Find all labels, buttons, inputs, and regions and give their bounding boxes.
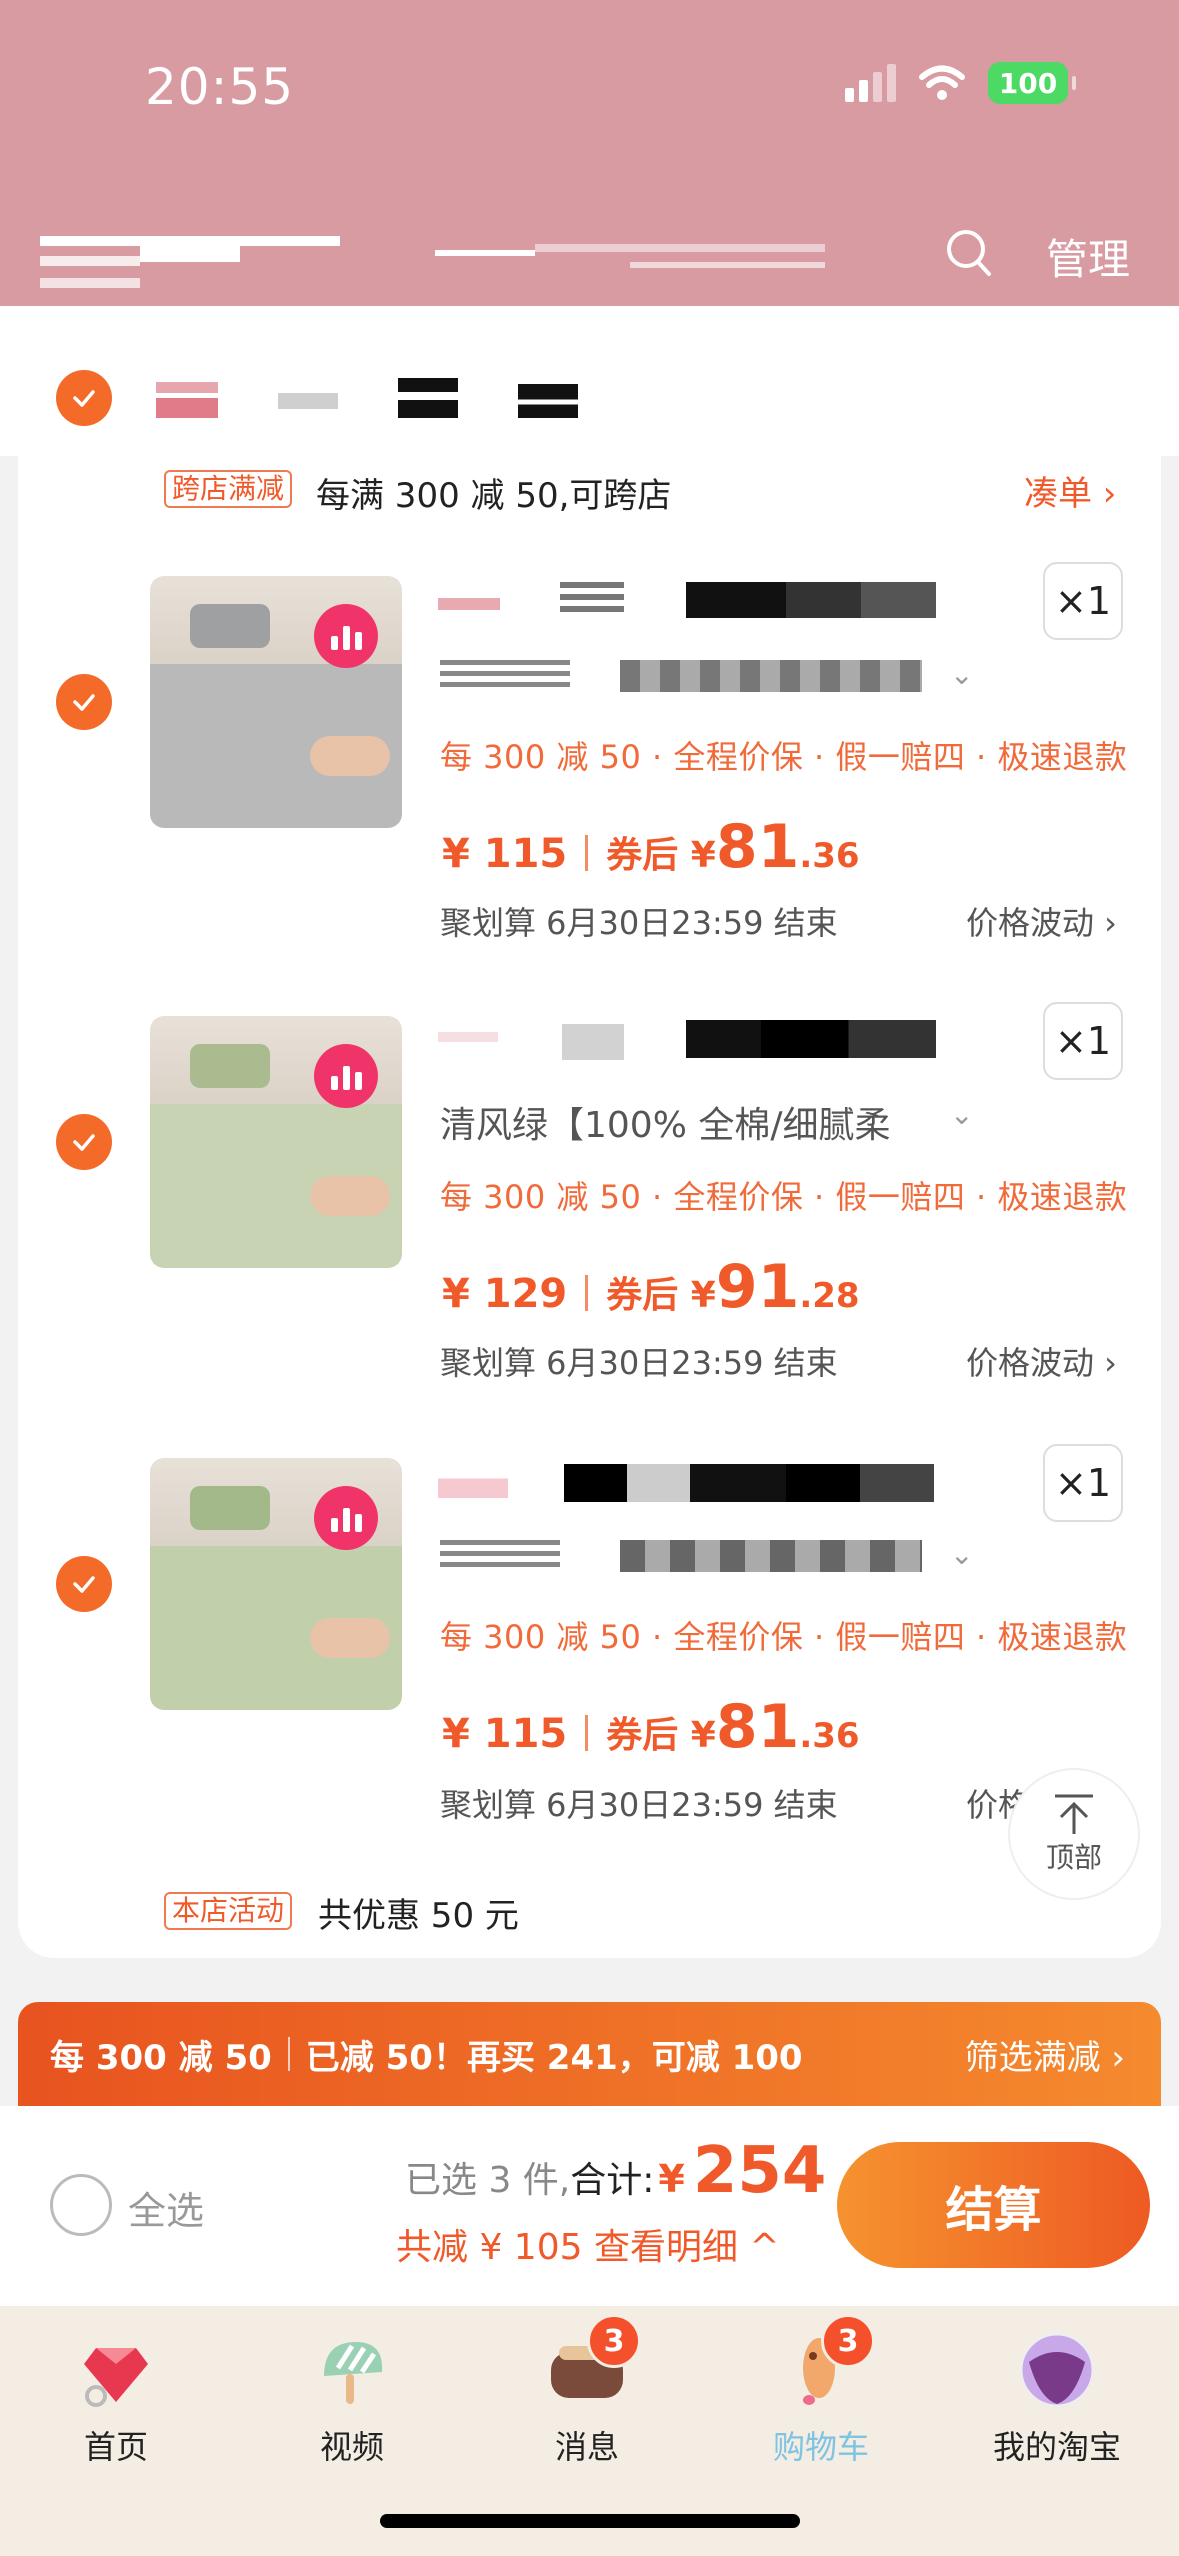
status-icons: 100 <box>845 62 1076 104</box>
cross-store-promo-tag: 跨店满减 <box>164 470 293 508</box>
total-currency: ¥ <box>658 2157 685 2201</box>
item-benefits: 每 300 减 50 · 全程价保 · 假一赔四 · 极速退款 <box>440 1618 1128 1656</box>
item-checkbox[interactable] <box>56 674 112 730</box>
quantity-box[interactable]: ×1 <box>1043 562 1123 640</box>
after-coupon-label: 券后 ¥ <box>606 1275 716 1316</box>
total-label: 合计: <box>570 2160 655 2201</box>
price-fluctuation-link[interactable]: 价格波动 › <box>966 898 1117 944</box>
total-summary: 已选 3 件, 合计: ¥ 254 <box>405 2134 826 2208</box>
banner-progress: 已减 50！再买 241，可减 100 <box>305 2037 803 2078</box>
tab-label: 视频 <box>319 2428 384 2466</box>
store-activity-text: 共优惠 50 元 <box>318 1896 519 1936</box>
deal-deadline: 聚划算 6月30日23:59 结束 <box>440 1344 838 1382</box>
product-image[interactable] <box>150 1016 402 1268</box>
deal-deadline: 聚划算 6月30日23:59 结束 <box>440 904 838 942</box>
price-row: ¥ 115 券后 ¥ 81 .36 <box>442 812 860 882</box>
home-gem-icon <box>74 2328 158 2412</box>
tab-label: 首页 <box>83 2428 148 2466</box>
sku-dropdown-chevron-icon[interactable]: ⌄ <box>950 658 973 691</box>
tab-cart[interactable]: 3 购物车 <box>736 2314 906 2468</box>
my-taobao-icon <box>1015 2328 1099 2412</box>
notification-badge: 3 <box>821 2314 875 2368</box>
select-all-checkbox[interactable] <box>50 2174 112 2236</box>
filter-promo-link[interactable]: 筛选满减 › <box>965 2030 1125 2079</box>
chart-badge-icon <box>314 1486 378 1550</box>
original-price: ¥ 115 <box>442 831 568 877</box>
message-icon: 3 <box>545 2314 641 2412</box>
manage-button[interactable]: 管理 <box>1046 226 1130 287</box>
promo-banner[interactable]: 每 300 减 50 已减 50！再买 241，可减 100 筛选满减 › <box>18 2002 1161 2106</box>
tab-home[interactable]: 首页 <box>31 2328 201 2468</box>
price-row: ¥ 115 券后 ¥ 81 .36 <box>442 1692 860 1762</box>
checkout-button[interactable]: 结算 <box>837 2142 1150 2268</box>
tab-label: 购物车 <box>772 2428 869 2466</box>
after-coupon-dec: .36 <box>799 836 860 876</box>
original-price: ¥ 129 <box>442 1271 568 1317</box>
item-checkbox[interactable] <box>56 1114 112 1170</box>
after-coupon-int: 91 <box>715 1252 800 1322</box>
item-benefits: 每 300 减 50 · 全程价保 · 假一赔四 · 极速退款 <box>440 1178 1128 1216</box>
cart-icon: 3 <box>779 2314 875 2412</box>
arrow-up-icon <box>1055 1794 1093 1834</box>
item-benefits: 每 300 减 50 · 全程价保 · 假一赔四 · 极速退款 <box>440 738 1128 776</box>
signal-icon <box>845 64 896 102</box>
status-time: 20:55 <box>145 58 295 116</box>
total-amount: 254 <box>692 2134 827 2208</box>
sku-dropdown-chevron-icon[interactable]: ⌄ <box>950 1538 973 1571</box>
tab-label: 我的淘宝 <box>992 2428 1121 2466</box>
sku-dropdown-chevron-icon[interactable]: ⌄ <box>950 1098 973 1131</box>
quantity-box[interactable]: ×1 <box>1043 1444 1123 1522</box>
video-icecream-icon <box>310 2328 394 2412</box>
deal-deadline: 聚划算 6月30日23:59 结束 <box>440 1786 838 1824</box>
store-activity-tag: 本店活动 <box>164 1892 293 1930</box>
original-price: ¥ 115 <box>442 1711 568 1757</box>
tab-my-taobao[interactable]: 我的淘宝 <box>972 2328 1142 2468</box>
tab-messages[interactable]: 3 消息 <box>502 2314 672 2468</box>
banner-rule: 每 300 减 50 <box>50 2037 272 2078</box>
after-coupon-dec: .28 <box>799 1276 860 1316</box>
back-to-top-button[interactable]: 顶部 <box>1008 1768 1140 1900</box>
search-icon[interactable] <box>944 226 992 278</box>
discount-detail-link[interactable]: 共减 ¥ 105 查看明细 ^ <box>396 2218 780 2270</box>
after-coupon-label: 券后 ¥ <box>606 1715 716 1756</box>
chart-badge-icon <box>314 604 378 668</box>
sku-text[interactable]: 清风绿【100% 全棉/细腻柔 <box>440 1096 891 1148</box>
price-row: ¥ 129 券后 ¥ 91 .28 <box>442 1252 860 1322</box>
select-all-label[interactable]: 全选 <box>128 2180 204 2235</box>
after-coupon-dec: .36 <box>799 1716 860 1756</box>
shop-checkbox[interactable] <box>56 370 112 426</box>
wifi-icon <box>919 65 965 100</box>
quantity-box[interactable]: ×1 <box>1043 1002 1123 1080</box>
battery-icon: 100 <box>988 62 1076 104</box>
after-coupon-int: 81 <box>715 1692 800 1762</box>
item-checkbox[interactable] <box>56 1556 112 1612</box>
price-fluctuation-link[interactable]: 价格波动 › <box>966 1338 1117 1384</box>
tab-label: 消息 <box>554 2428 619 2466</box>
back-to-top-label: 顶部 <box>1045 1841 1102 1874</box>
selected-count: 已选 3 件, <box>405 2160 571 2201</box>
cross-store-promo-text: 每满 300 减 50,可跨店 <box>316 476 672 516</box>
product-image[interactable] <box>150 1458 402 1710</box>
tab-video[interactable]: 视频 <box>267 2328 437 2468</box>
product-image[interactable] <box>150 576 402 828</box>
after-coupon-int: 81 <box>715 812 800 882</box>
after-coupon-label: 券后 ¥ <box>606 835 716 876</box>
chart-badge-icon <box>314 1044 378 1108</box>
add-on-link[interactable]: 凑单 › <box>1024 466 1116 515</box>
home-indicator <box>380 2514 800 2528</box>
notification-badge: 3 <box>587 2314 641 2368</box>
